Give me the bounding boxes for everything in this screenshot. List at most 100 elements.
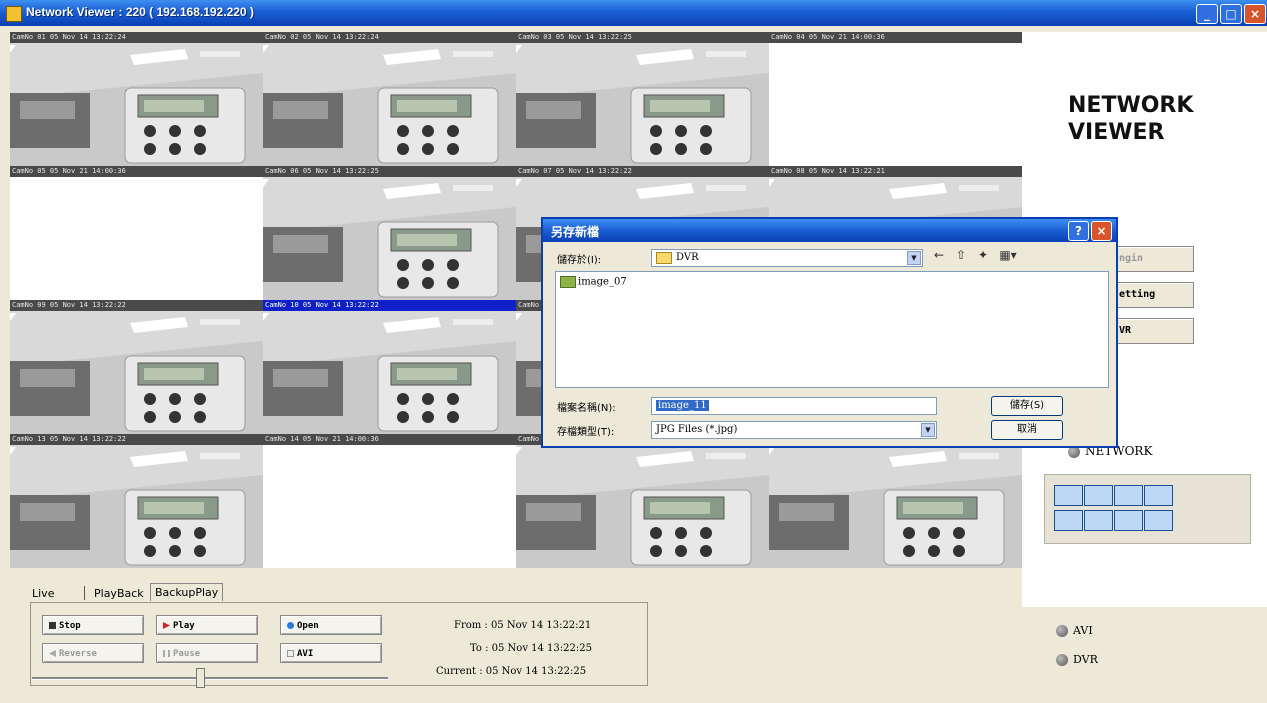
radio-icon [1056,654,1068,666]
chevron-down-icon[interactable]: ▼ [921,423,935,437]
play-icon [163,622,170,629]
save-as-dialog: 另存新檔 ? × 儲存於(I): DVR ▼ ← ⇧ ✦ ▦▾ image_07… [541,217,1118,448]
open-icon [287,622,294,629]
camera-label: CamNo 01 05 Nov 14 13:22:24 [10,32,263,43]
filename-input[interactable]: image_11 [651,397,937,415]
camera-cell[interactable] [769,434,1022,568]
camera-feed [516,445,769,568]
save-in-dropdown[interactable]: DVR ▼ [651,249,923,267]
tab-divider [84,586,85,600]
layout-1plus9-icon[interactable] [1114,510,1143,531]
camera-label: CamNo 07 05 Nov 14 13:22:22 [516,166,769,177]
tab-live[interactable]: Live [28,585,58,602]
file-item[interactable]: image_07 [560,276,627,288]
open-button[interactable]: Open [280,615,382,635]
avi-button[interactable]: AVI [280,643,382,663]
radio-icon [1056,625,1068,637]
stop-icon [49,622,56,629]
filename-label: 檔案名稱(N): [557,403,616,414]
camera-feed [263,177,516,300]
pause-icon [163,650,170,657]
camera-cell[interactable]: CamNo 14 05 Nov 21 14:00:36 [263,434,516,568]
camera-cell[interactable]: CamNo 02 05 Nov 14 13:22:24 [263,32,516,166]
camera-cell[interactable]: CamNo 13 05 Nov 14 13:22:22 [10,434,263,568]
play-button[interactable]: Play [156,615,258,635]
help-button[interactable]: ? [1068,221,1089,241]
layout-1plus5-icon[interactable] [1054,510,1083,531]
camera-cell[interactable]: CamNo 05 05 Nov 21 14:00:36 [10,166,263,300]
camera-label: CamNo 05 05 Nov 21 14:00:36 [10,166,263,177]
network-viewer-logo: NETWORK VIEWER [1068,92,1193,146]
maximize-button[interactable]: □ [1220,4,1242,24]
tab-playback[interactable]: PlayBack [90,585,148,602]
close-button[interactable]: × [1244,4,1266,24]
camera-feed [263,43,516,166]
new-folder-icon[interactable]: ✦ [975,248,991,262]
back-icon[interactable]: ← [931,248,947,262]
to-time: To : 05 Nov 14 13:22:25 [470,643,592,654]
layout-2x2-icon[interactable] [1084,485,1113,506]
minimize-button[interactable]: _ [1196,4,1218,24]
dialog-title: 另存新檔 [551,225,600,239]
from-time: From : 05 Nov 14 13:22:21 [454,620,592,631]
layout-3x3-icon[interactable] [1114,485,1143,506]
dialog-title-bar: 另存新檔 ? × [543,219,1116,242]
engine-button[interactable]: ngin [1112,246,1194,272]
dvr-radio[interactable]: DVR [1056,653,1098,666]
camera-feed [516,43,769,166]
stop-label: Stop [59,621,81,631]
camera-cell[interactable]: CamNo 10 05 Nov 14 13:22:22 [263,300,516,434]
camera-cell[interactable]: CamNo 01 05 Nov 14 13:22:24 [10,32,263,166]
reverse-icon [49,650,56,657]
save-in-value: DVR [676,252,699,263]
folder-icon [656,251,672,264]
camera-label: CamNo 09 05 Nov 14 13:22:22 [10,300,263,311]
playback-slider-track[interactable] [32,677,388,680]
layout-1plus12-icon[interactable] [1144,510,1173,531]
up-folder-icon[interactable]: ⇧ [953,248,969,262]
tab-backup-play[interactable]: BackupPlay [150,583,224,601]
save-in-label: 儲存於(I): [557,255,602,266]
playback-slider-thumb[interactable] [196,668,206,688]
window-title: Network Viewer : 220 ( 192.168.192.220 ) [26,5,254,19]
camera-cell[interactable]: CamNo 06 05 Nov 14 13:22:25 [263,166,516,300]
camera-feed [10,311,263,434]
filetype-value: JPG Files (*.jpg) [656,424,738,435]
window-title-bar: Network Viewer : 220 ( 192.168.192.220 )… [0,0,1267,26]
camera-cell[interactable]: CamNo 04 05 Nov 21 14:00:36 [769,32,1022,166]
camera-label: CamNo 10 05 Nov 14 13:22:22 [263,300,516,311]
avi-radio[interactable]: AVI [1056,624,1093,637]
play-label: Play [173,621,195,631]
layout-4x4-icon[interactable] [1144,485,1173,506]
dvr-button[interactable]: VR [1112,318,1194,344]
filetype-dropdown[interactable]: JPG Files (*.jpg) ▼ [651,421,937,439]
image-file-icon [560,276,576,288]
filetype-label: 存檔類型(T): [557,427,615,438]
view-menu-icon[interactable]: ▦▾ [997,248,1019,262]
camera-feed [10,43,263,166]
logo-line-2: VIEWER [1068,120,1165,145]
reverse-button[interactable]: Reverse [42,643,144,663]
save-button[interactable]: 儲存(S) [991,396,1063,416]
dvr-radio-label: DVR [1073,653,1098,666]
file-list[interactable]: image_07 [555,271,1109,388]
dialog-close-button[interactable]: × [1091,221,1112,241]
pause-button[interactable]: Pause [156,643,258,663]
chevron-down-icon[interactable]: ▼ [907,251,921,265]
cancel-button[interactable]: 取消 [991,420,1063,440]
camera-cell[interactable]: CamNo 15 [516,434,769,568]
camera-cell[interactable]: CamNo 03 05 Nov 14 13:22:25 [516,32,769,166]
camera-cell[interactable]: CamNo 09 05 Nov 14 13:22:22 [10,300,263,434]
layout-1plus7-icon[interactable] [1084,510,1113,531]
open-label: Open [297,621,319,631]
avi-icon [287,650,294,657]
stop-button[interactable]: Stop [42,615,144,635]
layout-selector [1044,474,1251,544]
camera-feed [10,445,263,568]
current-time: Current : 05 Nov 14 13:22:25 [436,666,587,677]
layout-1x1-icon[interactable] [1054,485,1083,506]
camera-label: CamNo 06 05 Nov 14 13:22:25 [263,166,516,177]
avi-radio-label: AVI [1073,624,1093,637]
setting-button[interactable]: etting [1112,282,1194,308]
filename-value: image_11 [656,400,709,411]
